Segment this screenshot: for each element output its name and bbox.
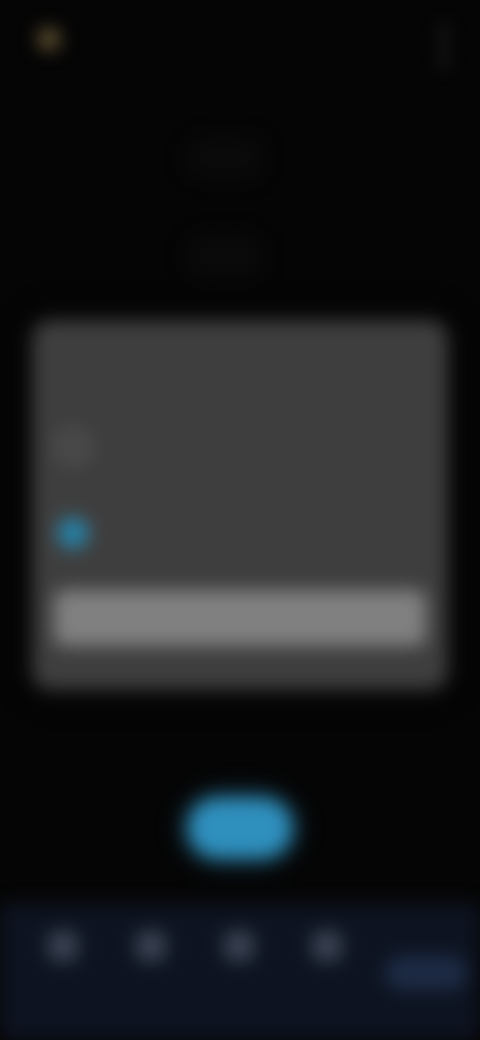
search-icon [136, 931, 166, 961]
radio-button-checked[interactable] [58, 518, 88, 548]
home-icon [48, 931, 78, 961]
primary-action-button[interactable] [188, 798, 292, 858]
nav-action-pill[interactable] [384, 955, 468, 991]
info-row[interactable] [0, 226, 480, 286]
confirm-button[interactable] [54, 590, 426, 646]
logo-icon [38, 28, 60, 50]
app-screen [0, 0, 480, 1040]
choice-dialog [32, 320, 448, 690]
more-vertical-icon[interactable] [440, 26, 448, 66]
nav-item-list[interactable] [204, 927, 274, 1017]
row-toggle[interactable] [185, 136, 265, 180]
nav-item-home[interactable] [28, 927, 98, 1017]
list-icon [224, 931, 254, 961]
person-icon [312, 931, 342, 961]
row-toggle[interactable] [185, 234, 265, 278]
bottom-navigation [0, 904, 480, 1040]
radio-button-unchecked[interactable] [58, 432, 88, 462]
nav-item-profile[interactable] [292, 927, 362, 1017]
header [28, 18, 452, 74]
nav-item-search[interactable] [116, 927, 186, 1017]
info-row[interactable] [0, 128, 480, 188]
